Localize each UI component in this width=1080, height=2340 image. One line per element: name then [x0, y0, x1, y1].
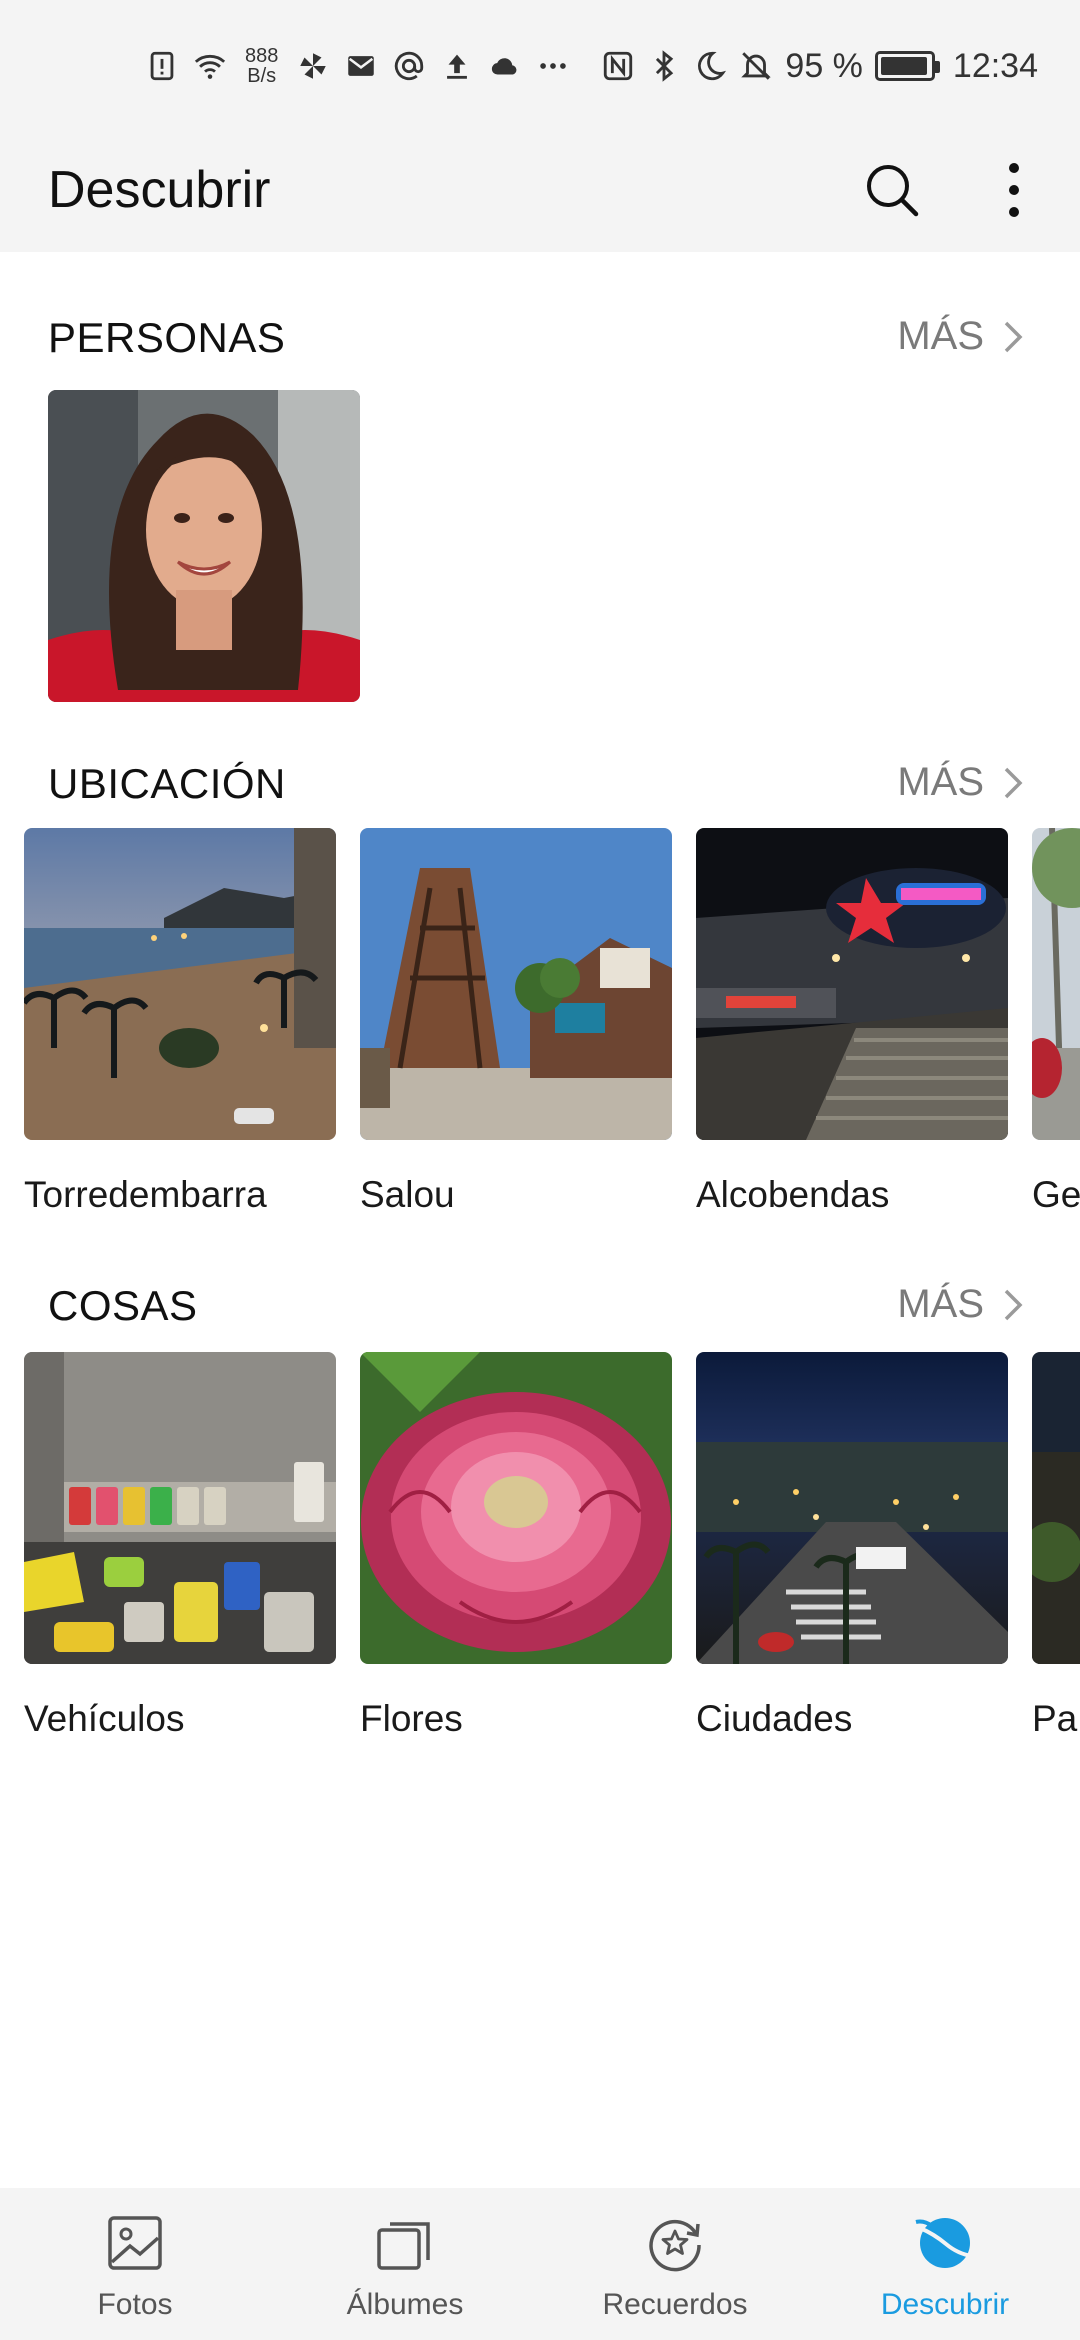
app-header: Descubrir	[0, 130, 1080, 252]
chevron-right-icon	[1004, 1289, 1023, 1320]
location-photo	[1032, 828, 1080, 1140]
location-photo	[24, 828, 336, 1140]
nav-memories[interactable]: Recuerdos	[540, 2188, 810, 2340]
thing-tile[interactable]: Ciudades	[696, 1352, 1008, 1740]
thing-photo	[24, 1352, 336, 1664]
search-icon	[867, 165, 919, 217]
battery-percent: 95 %	[785, 46, 863, 85]
thing-photo	[1032, 1352, 1080, 1664]
memories-icon	[649, 2219, 701, 2272]
location-photo	[696, 828, 1008, 1140]
clock: 12:34	[952, 46, 1038, 85]
status-bar: 888 B/s 95 % 12:34	[0, 0, 1080, 130]
thing-photo	[360, 1352, 672, 1664]
albums-icon	[377, 2222, 430, 2270]
net-speed: 888 B/s	[245, 46, 278, 86]
upload-icon	[440, 49, 474, 83]
thing-tile[interactable]: Pa	[1032, 1352, 1080, 1740]
more-vert-icon	[1009, 163, 1019, 217]
thing-label: Ciudades	[696, 1698, 853, 1739]
nav-label: Descubrir	[880, 2288, 1010, 2321]
section-things: COSAS MÁS Vehículos Flores Ciudades Pa	[0, 1268, 1080, 1739]
location-tile[interactable]: Ge	[1032, 828, 1080, 1216]
nav-discover[interactable]: Descubrir	[810, 2188, 1080, 2340]
things-row: Vehículos Flores Ciudades Pa	[24, 1352, 1080, 1740]
section-title-things: COSAS	[48, 1282, 198, 1329]
location-row: Torredembarra Salou Alcobendas Ge	[24, 828, 1080, 1216]
nfc-icon	[601, 49, 635, 83]
location-tile[interactable]: Salou	[360, 828, 672, 1216]
section-people: PERSONAS MÁS	[0, 300, 1080, 702]
photo-icon	[108, 2216, 162, 2270]
discover-content: PERSONAS MÁS UBICACIÓN MÁS Torredembarra…	[0, 252, 1080, 2188]
location-photo	[360, 828, 672, 1140]
search-button[interactable]	[852, 150, 932, 230]
person-thumbnail[interactable]	[48, 390, 360, 702]
status-right: 95 % 12:34	[601, 42, 1038, 90]
location-label: Alcobendas	[696, 1174, 890, 1215]
location-tile[interactable]: Torredembarra	[24, 828, 336, 1216]
net-speed-value: 888	[245, 45, 279, 67]
chevron-right-icon	[1004, 767, 1023, 798]
thing-tile[interactable]: Vehículos	[24, 1352, 336, 1740]
bluetooth-icon	[647, 49, 681, 83]
more-label: MÁS	[897, 1282, 984, 1326]
more-label: MÁS	[897, 760, 984, 804]
thing-photo	[696, 1352, 1008, 1664]
thing-tile[interactable]: Flores	[360, 1352, 672, 1740]
more-dots-icon	[536, 49, 570, 83]
location-label: Torredembarra	[24, 1174, 267, 1215]
more-label: MÁS	[897, 314, 984, 358]
cloud-icon	[488, 49, 522, 83]
thing-label: Vehículos	[24, 1698, 185, 1739]
nav-label: Recuerdos	[602, 2288, 748, 2321]
section-location: UBICACIÓN MÁS Torredembarra Salou Alcobe…	[0, 746, 1080, 1215]
more-options-button[interactable]	[974, 150, 1054, 230]
location-label: Salou	[360, 1174, 455, 1215]
location-label: Ge	[1032, 1174, 1080, 1215]
page-title: Descubrir	[48, 161, 271, 219]
nav-photos[interactable]: Fotos	[0, 2188, 270, 2340]
things-more-button[interactable]: MÁS	[897, 1282, 1028, 1327]
section-title-people: PERSONAS	[48, 314, 286, 361]
status-left: 888 B/s	[145, 42, 570, 90]
thing-label: Flores	[360, 1698, 463, 1739]
at-icon	[392, 49, 426, 83]
chevron-right-icon	[1004, 321, 1023, 352]
nav-label: Álbumes	[346, 2288, 464, 2321]
thing-label: Pa	[1032, 1698, 1078, 1739]
discover-icon	[915, 2218, 973, 2268]
bell-off-icon	[739, 49, 773, 83]
pinwheel-icon	[296, 49, 330, 83]
location-tile[interactable]: Alcobendas	[696, 828, 1008, 1216]
moon-icon	[693, 49, 727, 83]
battery-icon	[874, 51, 940, 81]
section-title-location: UBICACIÓN	[48, 760, 286, 807]
mail-icon	[344, 49, 378, 83]
people-more-button[interactable]: MÁS	[897, 314, 1028, 359]
alert-icon	[145, 49, 179, 83]
location-more-button[interactable]: MÁS	[897, 760, 1028, 805]
nav-label: Fotos	[97, 2288, 173, 2321]
nav-albums[interactable]: Álbumes	[270, 2188, 540, 2340]
net-speed-unit: B/s	[247, 65, 277, 87]
wifi-icon	[193, 49, 227, 83]
bottom-navigation: Fotos Álbumes Recuerdos Descubrir	[0, 2188, 1080, 2340]
person-photo	[48, 390, 360, 702]
